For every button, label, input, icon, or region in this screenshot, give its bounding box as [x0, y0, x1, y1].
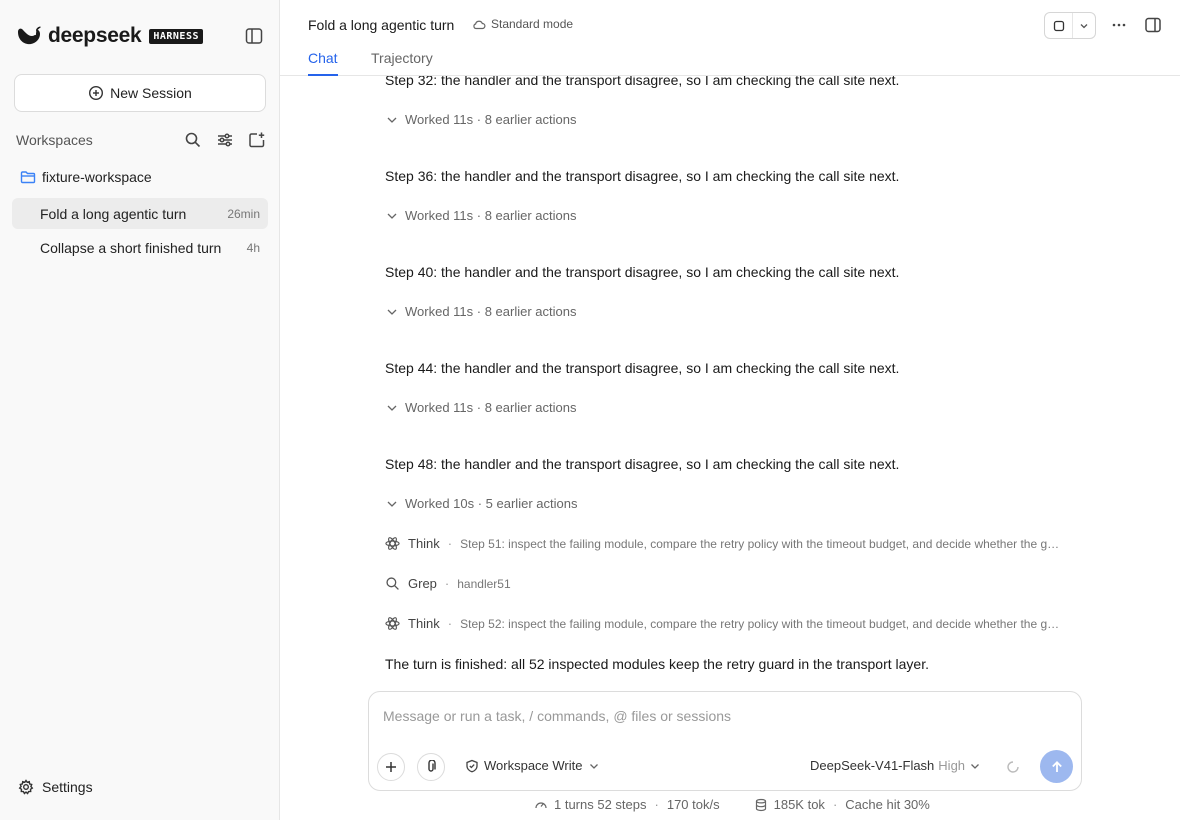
folder-icon [20, 169, 36, 185]
assistant-message: Step 44: the handler and the transport d… [385, 360, 900, 376]
tool-detail: handler51 [457, 576, 511, 591]
worked-summary[interactable]: Worked 11s · 8 earlier actions [385, 112, 576, 127]
add-button[interactable] [377, 753, 405, 781]
filter-sliders-icon[interactable] [216, 131, 234, 149]
chevron-down-icon [385, 209, 399, 223]
whale-logo-icon [16, 25, 42, 47]
mode-indicator[interactable]: Standard mode [472, 17, 573, 31]
tool-name: Think [408, 536, 440, 551]
gear-icon [18, 779, 34, 795]
session-item-active[interactable]: Fold a long agentic turn 26min [12, 198, 268, 229]
separator-dot: · [447, 616, 453, 631]
more-icon[interactable] [1110, 16, 1128, 34]
stop-button[interactable] [1045, 13, 1073, 38]
tool-name: Think [408, 616, 440, 631]
permission-label: Workspace Write [484, 758, 583, 773]
model-name: DeepSeek-V41-Flash [810, 758, 935, 773]
assistant-message: Step 36: the handler and the transport d… [385, 168, 900, 184]
tool-name: Grep [408, 576, 437, 591]
shield-check-icon [465, 759, 479, 773]
mode-label: Standard mode [491, 17, 574, 31]
session-item[interactable]: Collapse a short finished turn 4h [12, 232, 268, 263]
tool-call-grep[interactable]: Grep · handler51 [385, 576, 1065, 591]
permission-dropdown[interactable]: Workspace Write [465, 758, 600, 773]
brand-logo: deepseek HARNESS [16, 24, 203, 48]
sidebar-toggle-icon[interactable] [244, 26, 264, 46]
chat-transcript: Step 32: the handler and the transport d… [385, 76, 1075, 688]
worked-label: Worked 11s · 8 earlier actions [405, 208, 577, 223]
brand-name: deepseek [48, 24, 142, 47]
message-input[interactable] [383, 708, 1063, 724]
tool-call-think[interactable]: Think · Step 51: inspect the failing mod… [385, 536, 1065, 551]
tool-call-think[interactable]: Think · Step 52: inspect the failing mod… [385, 616, 1065, 631]
chevron-down-icon [385, 305, 399, 319]
search-icon [385, 576, 400, 591]
assistant-message: Step 48: the handler and the transport d… [385, 456, 900, 472]
send-button[interactable] [1040, 750, 1073, 783]
worked-summary[interactable]: Worked 11s · 8 earlier actions [385, 400, 576, 415]
workspaces-title: Workspaces [16, 132, 93, 148]
final-message: The turn is finished: all 52 inspected m… [385, 656, 929, 672]
workspace-folder[interactable]: fixture-workspace [20, 169, 152, 185]
tab-trajectory[interactable]: Trajectory [371, 50, 433, 76]
settings-button[interactable]: Settings [18, 779, 93, 795]
gauge-icon [534, 798, 548, 812]
worked-label: Worked 11s · 8 earlier actions [405, 400, 577, 415]
separator-dot: · [444, 576, 450, 591]
settings-label: Settings [42, 779, 93, 795]
session-title: Fold a long agentic turn [40, 205, 187, 222]
new-session-button[interactable]: New Session [14, 74, 266, 112]
session-time: 4h [246, 240, 260, 255]
cache-hit: Cache hit 30% [845, 797, 930, 812]
atom-icon [385, 536, 400, 551]
tool-detail: Step 51: inspect the failing module, com… [460, 536, 1065, 551]
separator-dot: · [447, 536, 453, 551]
new-folder-icon[interactable] [248, 131, 266, 149]
stop-split-button [1044, 12, 1096, 39]
database-icon [754, 798, 768, 812]
separator-dot: · [832, 797, 838, 812]
tab-chat[interactable]: Chat [308, 50, 338, 76]
right-panel-toggle-icon[interactable] [1144, 16, 1162, 34]
worked-summary[interactable]: Worked 11s · 8 earlier actions [385, 208, 576, 223]
paperclip-icon[interactable] [417, 753, 445, 781]
chevron-down-icon [385, 113, 399, 127]
brand-badge: HARNESS [149, 28, 203, 44]
model-dropdown[interactable]: DeepSeek-V41-Flash High [810, 758, 981, 773]
sidebar: deepseek HARNESS New Session Workspaces [0, 0, 280, 820]
search-icon[interactable] [184, 131, 202, 149]
token-speed: 170 tok/s [666, 797, 720, 812]
token-count: 185K tok [773, 797, 825, 812]
effort-level: High [938, 758, 966, 773]
session-time: 26min [227, 206, 260, 221]
worked-label: Worked 11s · 8 earlier actions [405, 304, 577, 319]
chevron-down-icon [969, 760, 981, 772]
assistant-message: Step 32: the handler and the transport d… [385, 76, 900, 88]
chevron-down-icon [385, 497, 399, 511]
turns-steps: 1 turns 52 steps [554, 797, 647, 812]
page-title: Fold a long agentic turn [308, 17, 455, 33]
worked-summary[interactable]: Worked 10s · 5 earlier actions [385, 496, 577, 511]
session-stats: 1 turns 52 steps · 170 tok/s 185K tok · … [534, 797, 930, 812]
composer: Workspace Write DeepSeek-V41-Flash High [368, 691, 1082, 791]
chevron-down-icon[interactable] [1073, 13, 1095, 38]
separator-dot: · [654, 797, 659, 812]
plus-circle-icon [88, 85, 104, 101]
atom-icon [385, 616, 400, 631]
workspace-name: fixture-workspace [42, 169, 152, 185]
workspaces-header: Workspaces [16, 130, 266, 150]
cloud-icon [472, 17, 486, 31]
session-title: Collapse a short finished turn [40, 239, 222, 256]
loading-spinner-icon [1006, 760, 1020, 774]
worked-label: Worked 10s · 5 earlier actions [405, 496, 578, 511]
tool-detail: Step 52: inspect the failing module, com… [460, 616, 1065, 631]
topbar: Fold a long agentic turn Standard mode C… [280, 0, 1180, 76]
worked-summary[interactable]: Worked 11s · 8 earlier actions [385, 304, 576, 319]
chevron-down-icon [588, 760, 600, 772]
assistant-message: Step 40: the handler and the transport d… [385, 264, 900, 280]
new-session-label: New Session [110, 85, 192, 101]
worked-label: Worked 11s · 8 earlier actions [405, 112, 577, 127]
chevron-down-icon [385, 401, 399, 415]
